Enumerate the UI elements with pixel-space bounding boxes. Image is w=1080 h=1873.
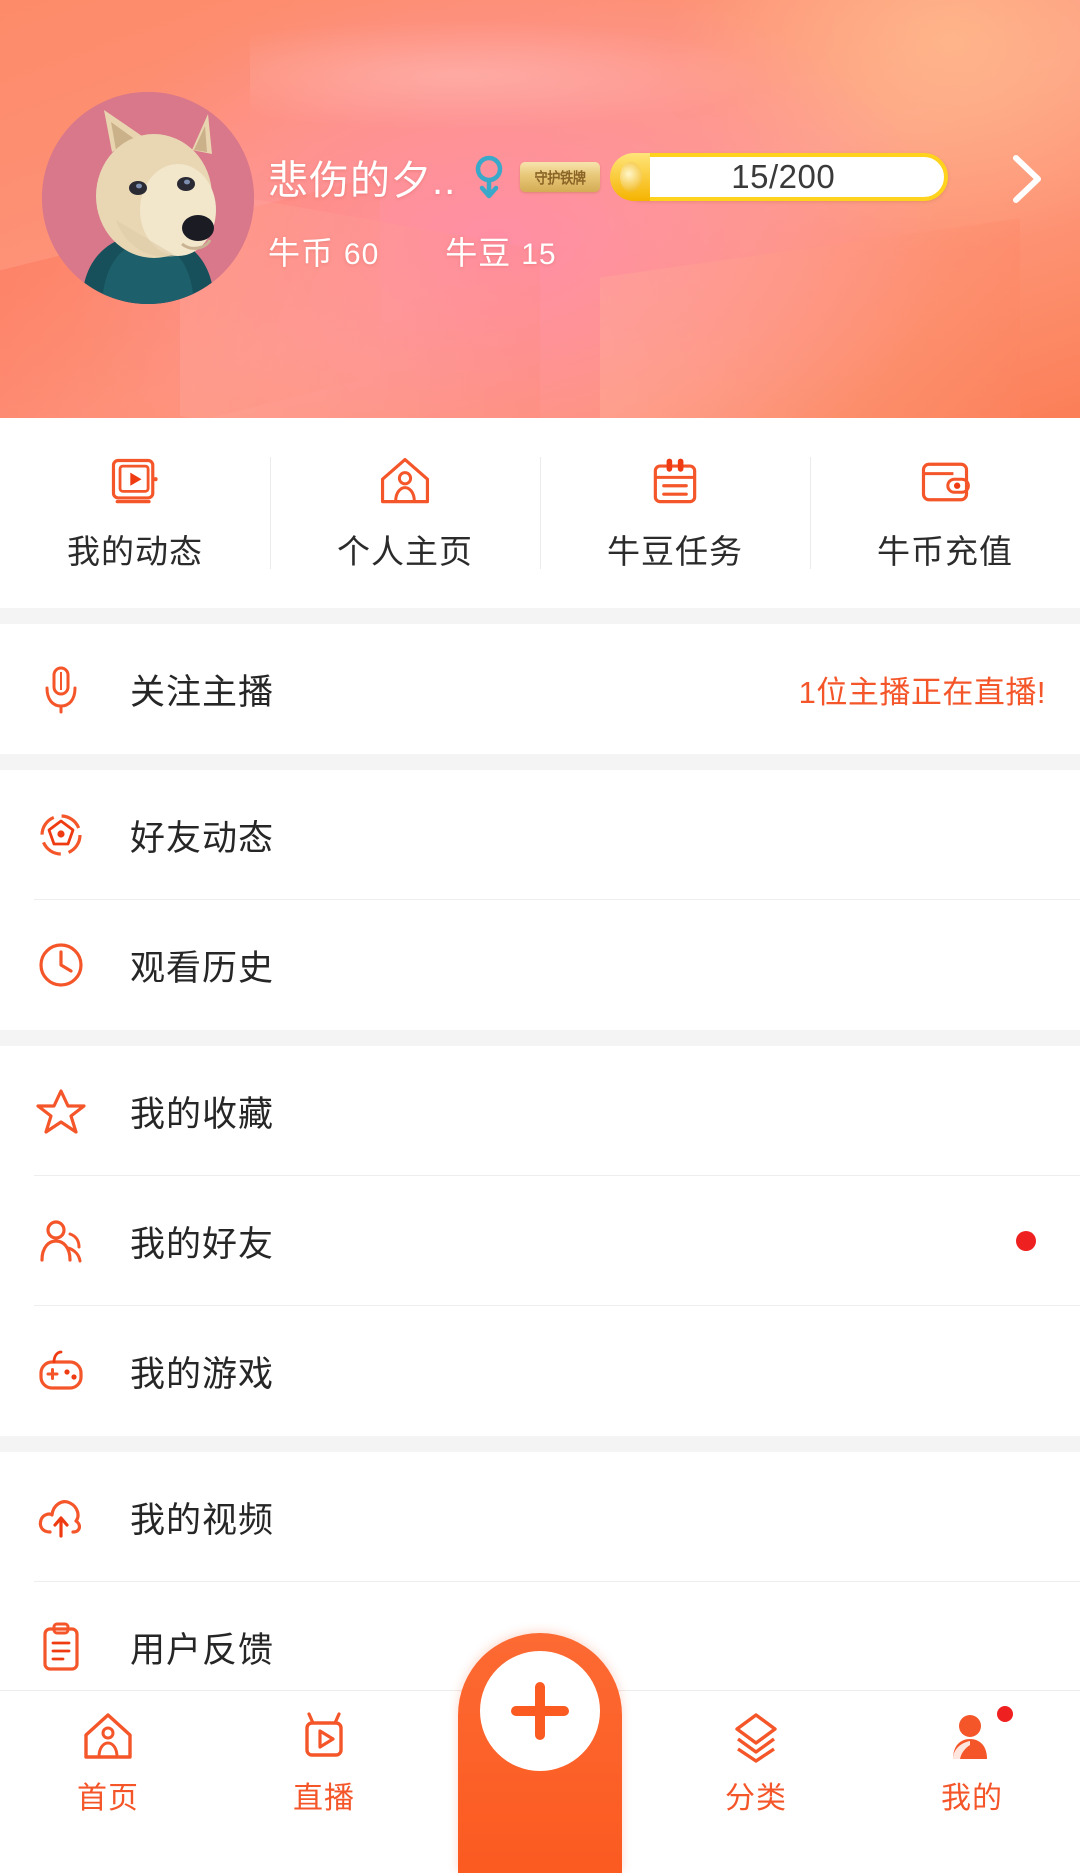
cloud-upload-icon <box>34 1490 88 1544</box>
level-progress-cap <box>610 153 650 201</box>
tab-label: 直播 <box>293 1773 355 1817</box>
clock-history-icon <box>34 938 88 992</box>
live-video-icon <box>296 1709 352 1765</box>
clipboard-icon <box>34 1620 88 1674</box>
vip-badge[interactable]: 守护铁牌 <box>520 162 600 192</box>
layers-category-icon <box>728 1709 784 1765</box>
section-divider <box>0 1436 1080 1452</box>
menu-item-my-friends[interactable]: 我的好友 <box>0 1176 1080 1306</box>
quick-action-my-feed[interactable]: 我的动态 <box>0 453 270 573</box>
level-progress-bar[interactable]: 15/200 <box>618 153 948 201</box>
menu-item-label: 用户反馈 <box>130 1622 274 1673</box>
quick-action-recharge[interactable]: 牛币充值 <box>810 453 1080 573</box>
profile-identity-row: 悲伤的夕.. 守护铁牌 15/200 <box>268 146 948 208</box>
tab-label: 首页 <box>77 1773 139 1817</box>
menu-item-my-games[interactable]: 我的游戏 <box>0 1306 1080 1436</box>
currency-niubi[interactable]: 牛币 60 <box>268 228 379 274</box>
currency-niudou[interactable]: 牛豆 15 <box>445 228 556 274</box>
menu-item-label: 我的好友 <box>130 1216 274 1267</box>
wallet-icon <box>914 453 976 511</box>
menu-item-my-videos[interactable]: 我的视频 <box>0 1452 1080 1582</box>
menu-item-label: 好友动态 <box>130 810 274 861</box>
tab-live[interactable]: 直播 <box>216 1691 432 1817</box>
create-fab-button[interactable] <box>458 1633 622 1873</box>
currency-niubi-label: 牛币 <box>268 235 334 271</box>
section-divider <box>0 608 1080 624</box>
menu-group-3: 我的收藏 我的好友 我的游戏 <box>0 1046 1080 1436</box>
bottom-tab-bar: 首页 直播 分类 <box>0 1690 1080 1840</box>
friends-feed-icon <box>34 808 88 862</box>
star-icon <box>34 1084 88 1138</box>
profile-person-icon <box>944 1709 1000 1765</box>
chevron-right-icon[interactable] <box>1006 152 1048 206</box>
tab-category[interactable]: 分类 <box>648 1691 864 1817</box>
section-divider <box>0 754 1080 770</box>
quick-action-label: 我的动态 <box>67 525 203 573</box>
quick-action-personal-home[interactable]: 个人主页 <box>270 453 540 573</box>
currency-row: 牛币 60 牛豆 15 <box>268 228 623 274</box>
female-gender-icon <box>472 155 506 199</box>
section-divider <box>0 1030 1080 1046</box>
header-decor-mountain-3 <box>600 218 1020 418</box>
menu-item-label: 我的游戏 <box>130 1346 274 1397</box>
header-decor-cloud <box>250 20 770 130</box>
menu-item-followed-anchors[interactable]: 关注主播 1位主播正在直播! <box>0 624 1080 754</box>
tab-label: 我的 <box>941 1773 1003 1817</box>
currency-niubi-value: 60 <box>344 238 379 271</box>
menu-item-label: 关注主播 <box>130 664 274 715</box>
menu-item-friends-feed[interactable]: 好友动态 <box>0 770 1080 900</box>
menu-item-label: 我的视频 <box>130 1492 274 1543</box>
vip-badge-label: 守护铁牌 <box>535 167 586 188</box>
profile-header: 悲伤的夕.. 守护铁牌 15/200 牛币 60 牛豆 15 <box>0 0 1080 418</box>
video-feed-icon <box>104 453 166 511</box>
unread-badge-dot <box>1016 1231 1036 1251</box>
home-person-icon <box>374 453 436 511</box>
quick-action-label: 个人主页 <box>337 525 473 573</box>
microphone-icon <box>34 662 88 716</box>
tab-label: 分类 <box>725 1773 787 1817</box>
menu-item-watch-history[interactable]: 观看历史 <box>0 900 1080 1030</box>
menu-item-right-text: 1位主播正在直播! <box>799 667 1046 712</box>
currency-niudou-label: 牛豆 <box>445 235 511 271</box>
task-list-icon <box>644 453 706 511</box>
menu-group-1: 关注主播 1位主播正在直播! <box>0 624 1080 754</box>
plus-icon <box>506 1677 574 1745</box>
avatar-dog-image <box>42 92 254 304</box>
tab-home[interactable]: 首页 <box>0 1691 216 1817</box>
quick-action-bean-task[interactable]: 牛豆任务 <box>540 453 810 573</box>
create-fab-circle <box>480 1651 600 1771</box>
menu-item-label: 我的收藏 <box>130 1086 274 1137</box>
quick-action-label: 牛豆任务 <box>607 525 743 573</box>
tab-profile[interactable]: 我的 <box>864 1691 1080 1817</box>
home-icon <box>80 1709 136 1765</box>
quick-action-label: 牛币充值 <box>877 525 1013 573</box>
gamepad-icon <box>34 1344 88 1398</box>
user-friends-icon <box>34 1214 88 1268</box>
avatar[interactable] <box>42 92 254 304</box>
currency-niudou-value: 15 <box>521 238 556 271</box>
menu-item-label: 观看历史 <box>130 940 274 991</box>
level-progress-text: 15/200 <box>731 158 835 196</box>
quick-actions-bar: 我的动态 个人主页 牛豆任务 牛币充值 <box>0 418 1080 608</box>
profile-unread-dot <box>994 1703 1016 1725</box>
menu-group-2: 好友动态 观看历史 <box>0 770 1080 1030</box>
username: 悲伤的夕.. <box>268 148 456 206</box>
menu-item-my-favorites[interactable]: 我的收藏 <box>0 1046 1080 1176</box>
